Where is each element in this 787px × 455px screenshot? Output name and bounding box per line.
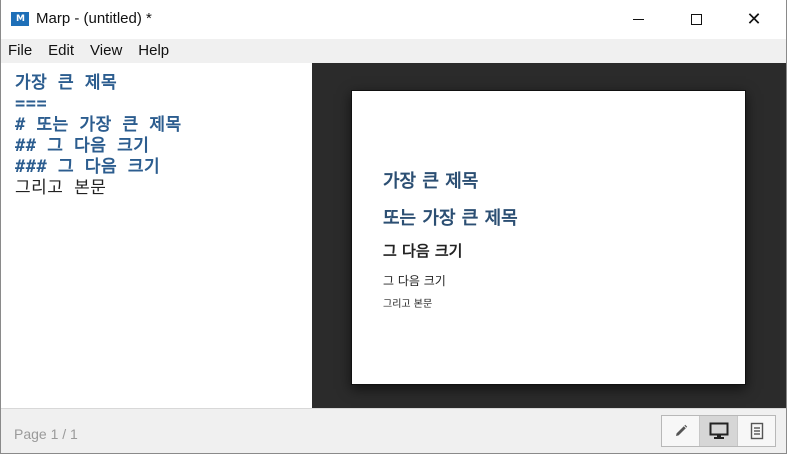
minimize-icon — [632, 19, 644, 20]
marp-window: M Marp - (untitled) * ✕ File Edit View H… — [0, 0, 787, 454]
maximize-button[interactable] — [667, 0, 725, 39]
edit-mode-button[interactable] — [662, 416, 700, 446]
slide-heading-1-alt: 또는 가장 큰 제목 — [383, 208, 518, 229]
title-bar[interactable]: M Marp - (untitled) * ✕ — [1, 0, 786, 39]
editor-line: # 또는 가장 큰 제목 — [15, 115, 182, 135]
editor-line: 가장 큰 제목 — [15, 73, 118, 93]
markdown-editor[interactable]: 가장 큰 제목 === # 또는 가장 큰 제목 ## 그 다음 크기 ### … — [1, 63, 312, 408]
slide-heading-1: 가장 큰 제목 — [383, 171, 479, 192]
editor-line: === — [15, 94, 48, 114]
view-mode-switcher — [661, 415, 776, 447]
monitor-icon — [709, 422, 728, 439]
menu-bar: File Edit View Help — [1, 39, 786, 63]
slide-heading-2: 그 다음 크기 — [383, 242, 463, 260]
slide-mode-button[interactable] — [700, 416, 738, 446]
editor-line: ### 그 다음 크기 — [15, 157, 161, 177]
pencil-icon — [675, 424, 687, 436]
page-indicator: Page 1 / 1 — [14, 426, 78, 442]
minimize-button[interactable] — [609, 0, 667, 39]
slide-preview-pane: 가장 큰 제목 또는 가장 큰 제목 그 다음 크기 그 다음 크기 그리고 본… — [312, 63, 786, 408]
close-icon: ✕ — [746, 8, 762, 30]
document-icon — [750, 422, 763, 440]
list-mode-button[interactable] — [738, 416, 775, 446]
window-title: Marp - (untitled) * — [36, 10, 152, 27]
menu-view[interactable]: View — [82, 39, 130, 63]
status-bar: Page 1 / 1 — [1, 408, 786, 453]
menu-help[interactable]: Help — [130, 39, 177, 63]
marp-logo-icon: M — [11, 12, 29, 26]
slide-heading-3: 그 다음 크기 — [383, 274, 446, 288]
menu-file[interactable]: File — [1, 39, 40, 63]
slide-body-text: 그리고 본문 — [383, 299, 433, 310]
close-button[interactable]: ✕ — [725, 0, 783, 39]
slide: 가장 큰 제목 또는 가장 큰 제목 그 다음 크기 그 다음 크기 그리고 본… — [351, 90, 746, 385]
maximize-icon — [690, 14, 702, 25]
menu-edit[interactable]: Edit — [40, 39, 82, 63]
editor-line: ## 그 다음 크기 — [15, 136, 150, 156]
editor-line: 그리고 본문 — [15, 178, 107, 198]
